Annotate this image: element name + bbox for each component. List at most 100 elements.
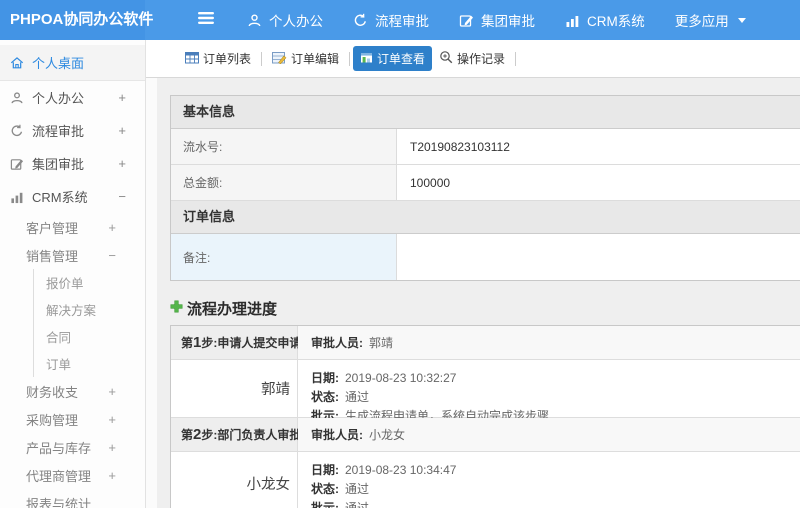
sidebar-item-label: 解决方案 bbox=[46, 304, 97, 318]
sidebar-subgroup-sales: 报价单 解决方案 合同 订单 bbox=[33, 269, 145, 377]
tab-order-edit[interactable]: 订单编辑 bbox=[265, 46, 346, 71]
table-row: 流水号: T20190823103112 bbox=[171, 129, 800, 165]
expand-plus-icon[interactable]: + bbox=[108, 468, 116, 483]
edit-icon bbox=[459, 13, 474, 28]
sidebar-item-workflow-approval[interactable]: 流程审批 + bbox=[0, 114, 145, 147]
sidebar-item-label: 流程审批 bbox=[32, 124, 85, 139]
date-label: 日期: bbox=[311, 463, 339, 477]
menu-toggle-button[interactable] bbox=[197, 11, 215, 30]
nav-workflow-approval[interactable]: 流程审批 bbox=[353, 10, 429, 30]
sidebar-item-contract[interactable]: 合同 bbox=[34, 323, 145, 350]
status-label: 状态: bbox=[311, 390, 339, 404]
step-name: 步:申请人提交申请 bbox=[201, 336, 302, 350]
tab-label: 订单列表 bbox=[203, 52, 252, 66]
step-number: 2 bbox=[193, 426, 202, 443]
tab-operation-log[interactable]: 操作记录 bbox=[432, 46, 512, 71]
approver-name-cell: 小龙女 bbox=[171, 452, 298, 508]
step-title-cell: 第 2 步:部门负责人审批 bbox=[171, 418, 302, 451]
sidebar-item-group-approval[interactable]: 集团审批 + bbox=[0, 147, 145, 180]
field-value-serial-no: T20190823103112 bbox=[410, 139, 510, 154]
sidebar-item-finance[interactable]: 财务收支 + bbox=[0, 377, 145, 405]
tab-order-list[interactable]: 订单列表 bbox=[178, 46, 258, 71]
sidebar-item-crm-system[interactable]: CRM系统 − bbox=[0, 180, 145, 213]
process-title-text: 流程办理进度 bbox=[187, 300, 278, 318]
sidebar-item-customer-mgmt[interactable]: 客户管理 + bbox=[0, 213, 145, 241]
nav-item-label: 流程审批 bbox=[375, 14, 429, 29]
tab-label: 订单查看 bbox=[377, 52, 426, 66]
sidebar-item-label: 报表与统计 bbox=[26, 496, 92, 508]
expand-plus-icon[interactable]: + bbox=[118, 123, 126, 138]
nav-personal-office[interactable]: 个人办公 bbox=[247, 10, 323, 30]
step-approver-cell: 审批人员: 郭靖 bbox=[298, 326, 800, 359]
order-view-icon bbox=[360, 51, 373, 67]
home-icon bbox=[10, 56, 24, 70]
sidebar-item-sales-mgmt[interactable]: 销售管理 − bbox=[0, 241, 145, 269]
tab-label: 订单编辑 bbox=[291, 52, 340, 66]
sidebar-item-label: 财务收支 bbox=[26, 384, 79, 400]
nav-crm-system[interactable]: CRM系统 bbox=[565, 10, 645, 30]
approver-label: 审批人员: bbox=[311, 336, 363, 350]
nav-item-label: 个人办公 bbox=[269, 14, 323, 29]
field-value-remark bbox=[397, 234, 800, 280]
table-row: 郭靖 日期: 2019-08-23 10:32:27 状态: 通过 批示: 生成流程申… bbox=[171, 360, 800, 423]
sidebar-item-label: 客户管理 bbox=[26, 220, 79, 236]
step-title-cell: 第 1 步:申请人提交申请 bbox=[171, 326, 302, 359]
sidebar-item-label: 产品与库存 bbox=[26, 440, 92, 456]
collapse-minus-icon[interactable]: − bbox=[108, 248, 116, 263]
edit-icon bbox=[10, 157, 24, 171]
field-value-total-amount: 100000 bbox=[410, 175, 451, 190]
expand-plus-icon[interactable]: + bbox=[118, 90, 126, 105]
sidebar-item-personal-office[interactable]: 个人办公 + bbox=[0, 81, 145, 114]
sidebar-item-reports-stats[interactable]: 报表与统计 bbox=[0, 489, 145, 508]
approver-name: 郭靖 bbox=[369, 336, 394, 350]
nav-group-approval[interactable]: 集团审批 bbox=[459, 10, 535, 30]
sidebar-item-label: 集团审批 bbox=[32, 157, 85, 172]
sidebar-item-label: CRM系统 bbox=[32, 190, 88, 205]
sidebar-item-label: 个人桌面 bbox=[32, 56, 85, 71]
status-value: 通过 bbox=[345, 390, 370, 404]
sidebar-item-personal-desktop[interactable]: 个人桌面 bbox=[0, 45, 145, 81]
process-progress-title: 流程办理进度 bbox=[170, 297, 800, 319]
chart-icon bbox=[10, 190, 24, 204]
nav-more-apps[interactable]: 更多应用 bbox=[675, 10, 746, 30]
sidebar-item-label: 订单 bbox=[46, 358, 72, 372]
expand-plus-icon[interactable]: + bbox=[118, 156, 126, 171]
table-row: 小龙女 日期: 2019-08-23 10:34:47 状态: 通过 批示: 通过 bbox=[171, 452, 800, 508]
expand-plus-icon[interactable]: + bbox=[108, 220, 116, 235]
app-logo: PHPOA协同办公软件 bbox=[0, 0, 153, 40]
sidebar-item-purchase-mgmt[interactable]: 采购管理 + bbox=[0, 405, 145, 433]
collapse-minus-icon[interactable]: − bbox=[118, 189, 126, 204]
nav-item-label: 集团审批 bbox=[481, 14, 535, 29]
step-prefix: 第 bbox=[181, 336, 194, 350]
order-list-icon bbox=[185, 51, 199, 67]
tab-order-view[interactable]: 订单查看 bbox=[353, 46, 433, 71]
date-value: 2019-08-23 10:32:27 bbox=[345, 371, 457, 385]
field-label-remark: 备注: bbox=[171, 234, 397, 280]
approver-name-cell: 郭靖 bbox=[171, 360, 298, 417]
user-icon bbox=[247, 13, 262, 28]
order-info-table: 基本信息 流水号: T20190823103112 总金额: 100000 订单… bbox=[170, 95, 800, 281]
step-prefix: 第 bbox=[181, 428, 194, 442]
sidebar-item-label: 采购管理 bbox=[26, 412, 79, 428]
expand-plus-icon[interactable]: + bbox=[108, 412, 116, 427]
expand-plus-icon[interactable]: + bbox=[108, 384, 116, 399]
chart-icon bbox=[565, 13, 580, 28]
sidebar-item-solution[interactable]: 解决方案 bbox=[34, 296, 145, 323]
step-name: 步:部门负责人审批 bbox=[201, 428, 302, 442]
sidebar-item-product-inventory[interactable]: 产品与库存 + bbox=[0, 433, 145, 461]
order-edit-icon bbox=[272, 51, 287, 67]
sidebar: 个人桌面 个人办公 + 流程审批 + 集团审批 + CRM系统 − 客户管理 +… bbox=[0, 40, 146, 508]
hamburger-icon bbox=[197, 11, 215, 30]
sidebar-item-order[interactable]: 订单 bbox=[34, 350, 145, 377]
order-view-panel: 基本信息 流水号: T20190823103112 总金额: 100000 订单… bbox=[170, 95, 800, 508]
date-label: 日期: bbox=[311, 371, 339, 385]
sidebar-item-quotation[interactable]: 报价单 bbox=[34, 269, 145, 296]
sidebar-item-agent-mgmt[interactable]: 代理商管理 + bbox=[0, 461, 145, 489]
step-detail-cell: 日期: 2019-08-23 10:32:27 状态: 通过 批示: 生成流程申请单，… bbox=[298, 360, 800, 423]
status-label: 状态: bbox=[311, 482, 339, 496]
expand-plus-icon[interactable]: + bbox=[108, 440, 116, 455]
comment-label: 批示: bbox=[311, 501, 339, 508]
field-label-serial-no: 流水号: bbox=[171, 129, 397, 164]
table-row: 第 2 步:部门负责人审批 审批人员: 小龙女 bbox=[171, 418, 800, 452]
sidebar-gutter bbox=[146, 78, 157, 508]
